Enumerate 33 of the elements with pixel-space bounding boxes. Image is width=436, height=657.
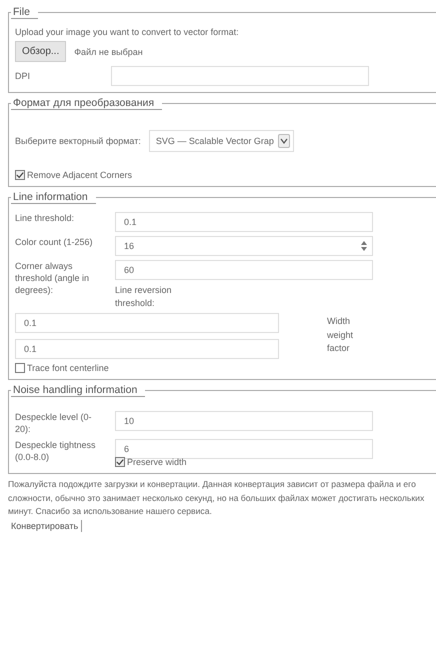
checkbox-label: Trace font centerline	[27, 362, 109, 373]
caret-icon	[278, 134, 290, 148]
field-label: Despeckle level (0-20):	[15, 410, 93, 435]
checkbox-label: Preserve width	[127, 457, 187, 468]
field-label: Color count (1-256)	[15, 236, 94, 248]
checkbox[interactable]	[15, 170, 25, 180]
notice-text: Пожалуйста подождите загрузки и конвертации. Данная конвертация зависит от размера файла и его сложности, обычно это занимает несколько секунд, но на больших файлах может достигать нескольких минут. Спасибо за использование нашего сервиса.	[8, 478, 426, 518]
input-field[interactable]: 10	[115, 410, 373, 431]
field-label: Line reversion threshold:	[115, 284, 173, 309]
checkbox-label: Remove Adjacent Corners	[27, 170, 132, 180]
input-field[interactable]	[111, 66, 369, 86]
section-legend: Формат для преобразования	[11, 97, 162, 110]
field-label: Despeckle tightness (0.0-8.0)	[15, 438, 97, 464]
spinner-icon	[360, 240, 368, 252]
section-legend: Line information	[11, 191, 96, 204]
checkbox[interactable]	[15, 362, 25, 373]
format-select[interactable]: SVG — Scalable Vector Grap	[148, 130, 294, 152]
section-legend: Noise handling information	[11, 384, 146, 397]
field-label: Corner always threshold (angle in degrees):	[15, 260, 90, 296]
field-label: Line threshold:	[15, 212, 76, 224]
input-field[interactable]: 6	[115, 438, 373, 459]
field-label: Width weight factor	[327, 315, 354, 356]
browse-button[interactable]: Обзор...	[15, 41, 66, 62]
upload-prompt: Upload your image you want to convert to vector format:	[15, 27, 240, 37]
number-field[interactable]: 16	[115, 236, 373, 256]
file-status: Файл не выбран	[74, 46, 143, 56]
input-field[interactable]: 0.1	[15, 312, 279, 333]
field-label: DPI	[15, 70, 32, 82]
section-legend: File	[11, 6, 38, 19]
field-label: Выберите векторный формат:	[15, 136, 141, 146]
input-field[interactable]: 0.1	[15, 338, 279, 359]
input-field[interactable]: 0.1	[115, 212, 373, 232]
input-field[interactable]: 60	[115, 260, 373, 280]
